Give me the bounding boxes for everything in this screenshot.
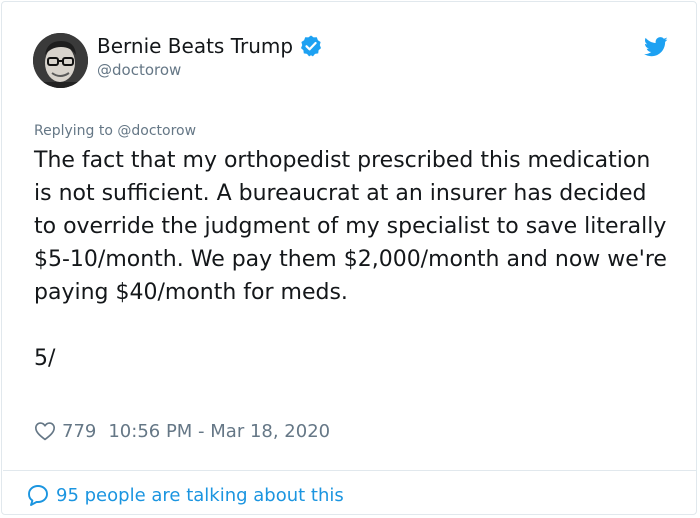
author-name-text[interactable]: Bernie Beats Trump: [97, 34, 293, 58]
twitter-bird-icon[interactable]: [644, 37, 668, 57]
tweet-text: The fact that my orthopedist prescribed …: [34, 148, 667, 305]
tweet-meta: 779 10:56 PM - Mar 18, 2020: [34, 420, 330, 442]
talking-about-text[interactable]: 95 people are talking about this: [56, 485, 344, 506]
replying-to-line[interactable]: Replying to @doctorow: [34, 123, 196, 139]
like-count[interactable]: 779: [62, 421, 96, 442]
thread-counter: 5/: [34, 346, 56, 371]
speech-bubble-icon: [26, 483, 50, 507]
avatar-photo: [33, 33, 88, 88]
author-handle[interactable]: @doctorow: [97, 61, 181, 79]
talking-about-link[interactable]: 95 people are talking about this: [26, 483, 344, 507]
verified-badge-icon: [299, 34, 323, 58]
heart-icon[interactable]: [34, 420, 56, 442]
author-display-name[interactable]: Bernie Beats Trump: [97, 34, 323, 58]
tweet-card: Bernie Beats Trump @doctorow Replying to…: [1, 1, 697, 515]
tweet-timestamp[interactable]: 10:56 PM - Mar 18, 2020: [108, 421, 330, 442]
avatar[interactable]: [33, 33, 88, 88]
footer-divider: [3, 470, 697, 471]
tweet-body: The fact that my orthopedist prescribed …: [34, 144, 674, 375]
